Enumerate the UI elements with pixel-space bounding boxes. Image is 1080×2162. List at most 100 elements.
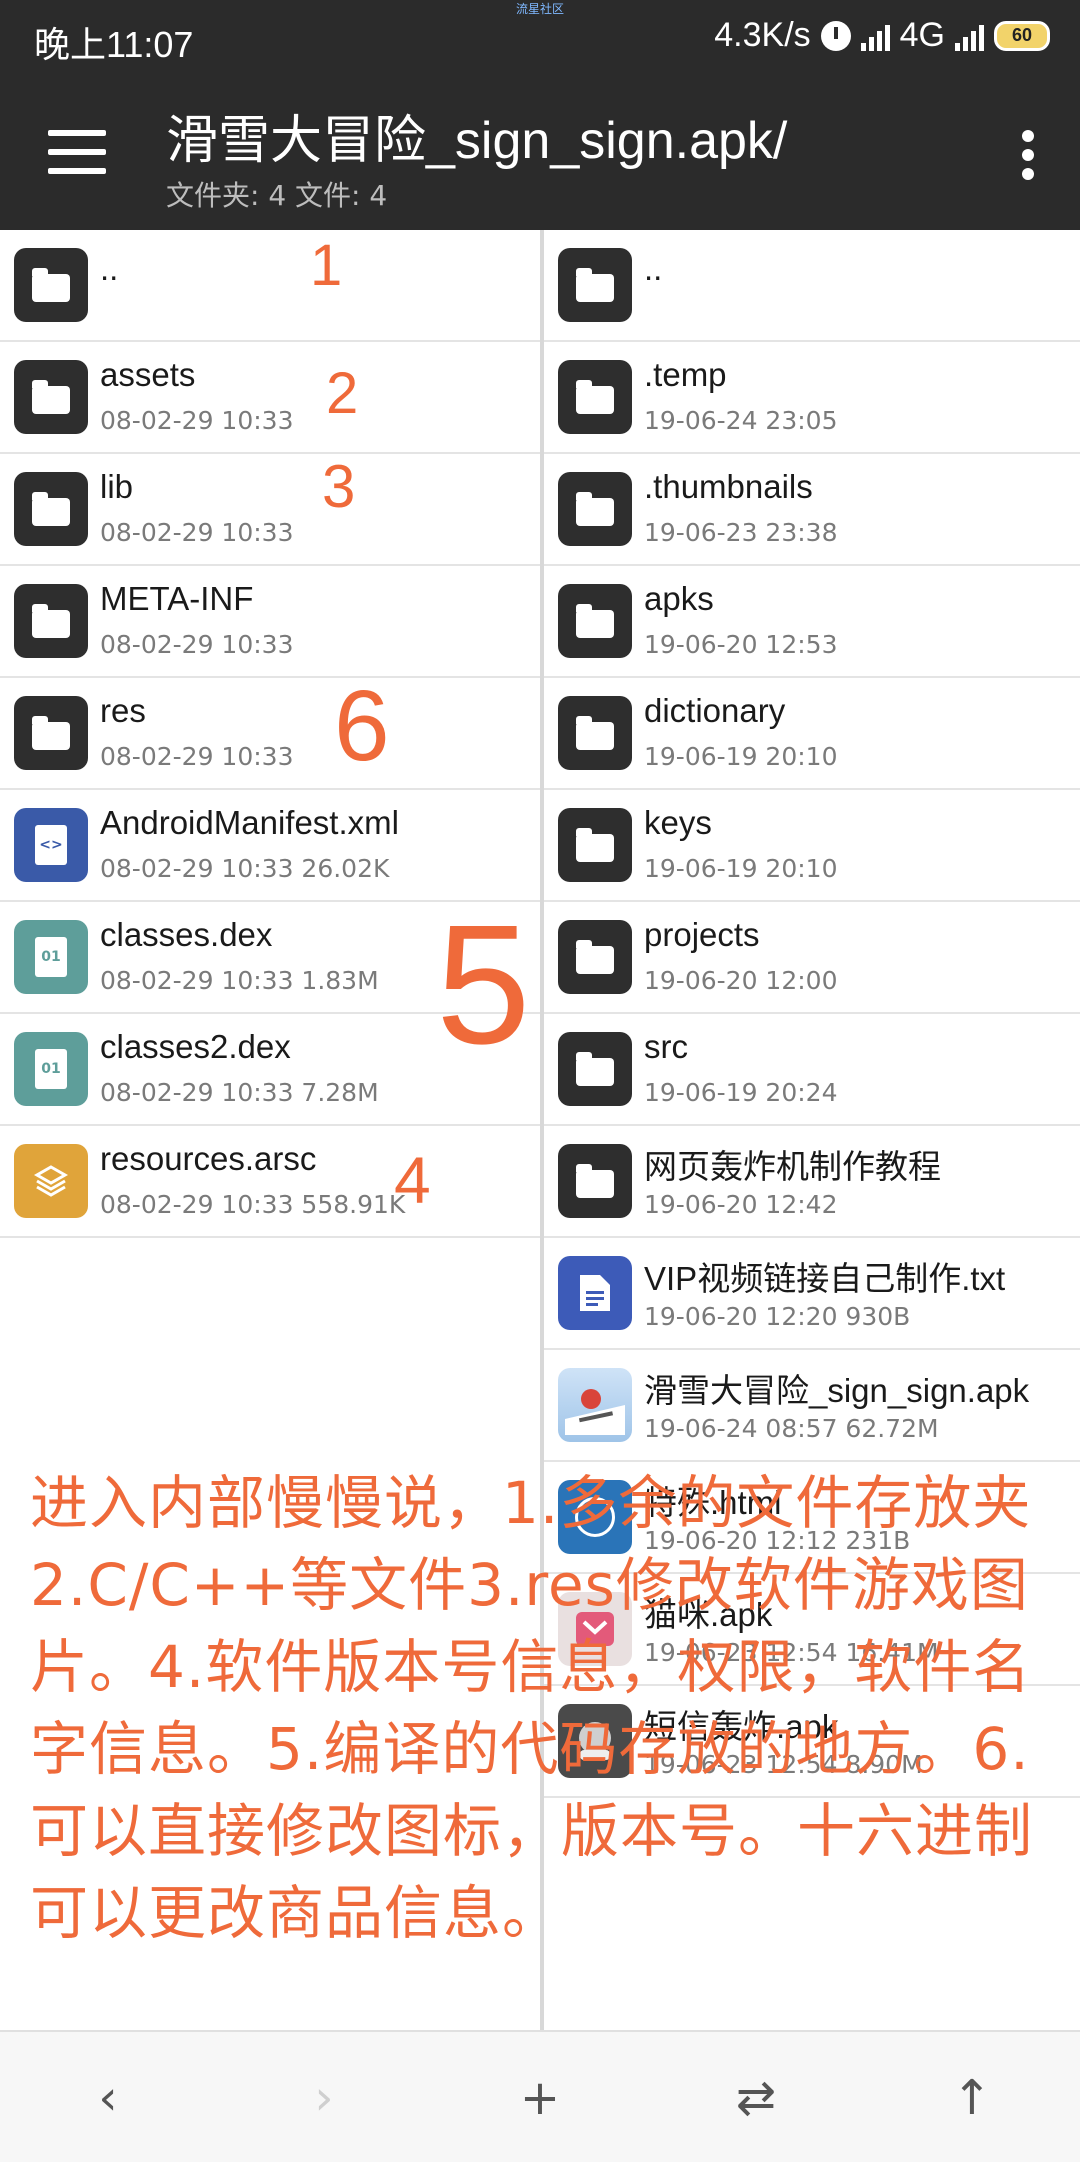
dex-file-icon: 01 <box>14 1032 88 1106</box>
folder-icon <box>14 696 88 770</box>
annotation-number-4: 4 <box>394 1143 431 1217</box>
annotation-number-6: 6 <box>334 670 390 782</box>
more-vert-icon[interactable] <box>1022 130 1036 180</box>
back-arrow-icon[interactable]: ‹ <box>68 2066 148 2130</box>
file-name: 网页轰炸机制作教程 <box>644 1148 941 1185</box>
file-name: dictionary <box>644 692 786 729</box>
file-name: resources.arsc <box>100 1140 317 1177</box>
signal-icon-2 <box>955 21 984 51</box>
file-name: .. <box>644 250 663 287</box>
file-meta: 08-02-29 10:33 26.02K <box>100 854 390 883</box>
file-name: .temp <box>644 356 727 393</box>
list-item[interactable]: keys 19-06-19 20:10 <box>544 790 1080 902</box>
add-icon[interactable]: + <box>500 2066 580 2130</box>
file-meta: 19-06-20 12:53 <box>644 630 838 659</box>
up-directory-icon[interactable]: ↑ <box>932 2066 1012 2130</box>
file-meta: 08-02-29 10:33 <box>100 742 294 771</box>
file-meta: 19-06-23 23:38 <box>644 518 838 547</box>
file-meta: 19-06-24 23:05 <box>644 406 838 435</box>
signal-icon <box>860 21 890 51</box>
folder-icon <box>558 920 632 994</box>
list-item[interactable]: res 08-02-29 10:33 <box>0 678 540 790</box>
annotation-number-1: 1 <box>310 233 343 298</box>
folder-icon <box>558 472 632 546</box>
list-item[interactable]: resources.arsc 08-02-29 10:33 558.91K <box>0 1126 540 1238</box>
file-name: assets <box>100 356 196 393</box>
file-name: res <box>100 692 146 729</box>
file-name: 滑雪大冒险_sign_sign.apk <box>644 1372 1030 1409</box>
folder-icon <box>558 584 632 658</box>
file-meta: 19-06-20 12:42 <box>644 1190 838 1219</box>
net-speed: 4.3K/s <box>714 16 811 54</box>
hamburger-menu-icon[interactable] <box>48 130 106 174</box>
file-meta: 08-02-29 10:33 1.83M <box>100 966 379 995</box>
forward-arrow-icon[interactable]: › <box>284 2066 364 2130</box>
file-meta: 19-06-19 20:24 <box>644 1078 838 1107</box>
list-item[interactable]: lib 08-02-29 10:33 <box>0 454 540 566</box>
folder-icon <box>14 248 88 322</box>
file-name: META-INF <box>100 580 254 617</box>
text-file-icon <box>558 1256 632 1330</box>
page-title: 滑雪大冒险_sign_sign.apk/ <box>166 112 788 170</box>
xml-file-icon: <> <box>14 808 88 882</box>
list-item[interactable]: META-INF 08-02-29 10:33 <box>0 566 540 678</box>
list-item[interactable]: .thumbnails 19-06-23 23:38 <box>544 454 1080 566</box>
file-meta: 08-02-29 10:33 <box>100 518 294 547</box>
annotation-number-2: 2 <box>326 361 359 426</box>
list-item[interactable]: src 19-06-19 20:24 <box>544 1014 1080 1126</box>
file-meta: 08-02-29 10:33 7.28M <box>100 1078 379 1107</box>
file-name: projects <box>644 916 760 953</box>
file-name: src <box>644 1028 688 1065</box>
file-name: AndroidManifest.xml <box>100 804 399 841</box>
file-meta: 19-06-19 20:10 <box>644 854 838 883</box>
file-meta: 19-06-20 12:00 <box>644 966 838 995</box>
folder-icon <box>558 360 632 434</box>
bottom-toolbar: ‹ › + ⇄ ↑ <box>0 2030 1080 2162</box>
list-item[interactable]: projects 19-06-20 12:00 <box>544 902 1080 1014</box>
file-meta: 19-06-19 20:10 <box>644 742 838 771</box>
list-item-parent-dir[interactable]: .. <box>544 230 1080 342</box>
app-icon-ski-safari <box>558 1368 632 1442</box>
folder-icon <box>558 248 632 322</box>
layers-icon <box>14 1144 88 1218</box>
list-item[interactable]: apks 19-06-20 12:53 <box>544 566 1080 678</box>
folder-icon <box>14 584 88 658</box>
status-right: 4.3K/s 4G 60 <box>714 16 1050 55</box>
folder-icon <box>558 1144 632 1218</box>
list-item[interactable]: 滑雪大冒险_sign_sign.apk 19-06-24 08:57 62.72… <box>544 1350 1080 1462</box>
folder-icon <box>558 1032 632 1106</box>
app-bar: 滑雪大冒险_sign_sign.apk/ 文件夹: 4 文件: 4 <box>0 76 1080 230</box>
folder-icon <box>558 696 632 770</box>
watermark-text: 流星社区 <box>516 2 565 16</box>
file-name: keys <box>644 804 712 841</box>
list-item[interactable]: 网页轰炸机制作教程 19-06-20 12:42 <box>544 1126 1080 1238</box>
folder-icon <box>558 808 632 882</box>
file-meta: 08-02-29 10:33 558.91K <box>100 1190 406 1219</box>
annotation-overlay-text: 进入内部慢慢说，1.多余的文件存放夹2.C/C++等文件3.res修改软件游戏图… <box>30 1469 1034 1947</box>
file-name: lib <box>100 468 134 505</box>
network-type: 4G <box>899 16 945 54</box>
file-name: classes.dex <box>100 916 273 953</box>
dex-file-icon: 01 <box>14 920 88 994</box>
list-item[interactable]: assets 08-02-29 10:33 <box>0 342 540 454</box>
file-name: .. <box>100 250 119 287</box>
file-name: classes2.dex <box>100 1028 291 1065</box>
battery-icon: 60 <box>994 20 1050 51</box>
folder-file-count: 文件夹: 4 文件: 4 <box>166 179 388 212</box>
file-meta: 08-02-29 10:33 <box>100 406 294 435</box>
swap-panes-icon[interactable]: ⇄ <box>716 2066 796 2130</box>
list-item-parent-dir[interactable]: .. <box>0 230 540 342</box>
list-item[interactable]: .temp 19-06-24 23:05 <box>544 342 1080 454</box>
list-item[interactable]: <> AndroidManifest.xml 08-02-29 10:33 26… <box>0 790 540 902</box>
file-meta: 08-02-29 10:33 <box>100 630 294 659</box>
folder-icon <box>14 472 88 546</box>
annotation-number-3: 3 <box>322 453 356 520</box>
list-item[interactable]: dictionary 19-06-19 20:10 <box>544 678 1080 790</box>
list-item[interactable]: VIP视频链接自己制作.txt 19-06-20 12:20 930B <box>544 1238 1080 1350</box>
status-bar: 晚上11:07 流星社区 4.3K/s 4G 60 <box>0 0 1080 76</box>
status-time: 晚上11:07 <box>34 24 194 65</box>
file-meta: 19-06-24 08:57 62.72M <box>644 1414 939 1443</box>
annotation-number-5: 5 <box>436 890 531 1080</box>
file-name: VIP视频链接自己制作.txt <box>644 1260 1006 1297</box>
folder-icon <box>14 360 88 434</box>
